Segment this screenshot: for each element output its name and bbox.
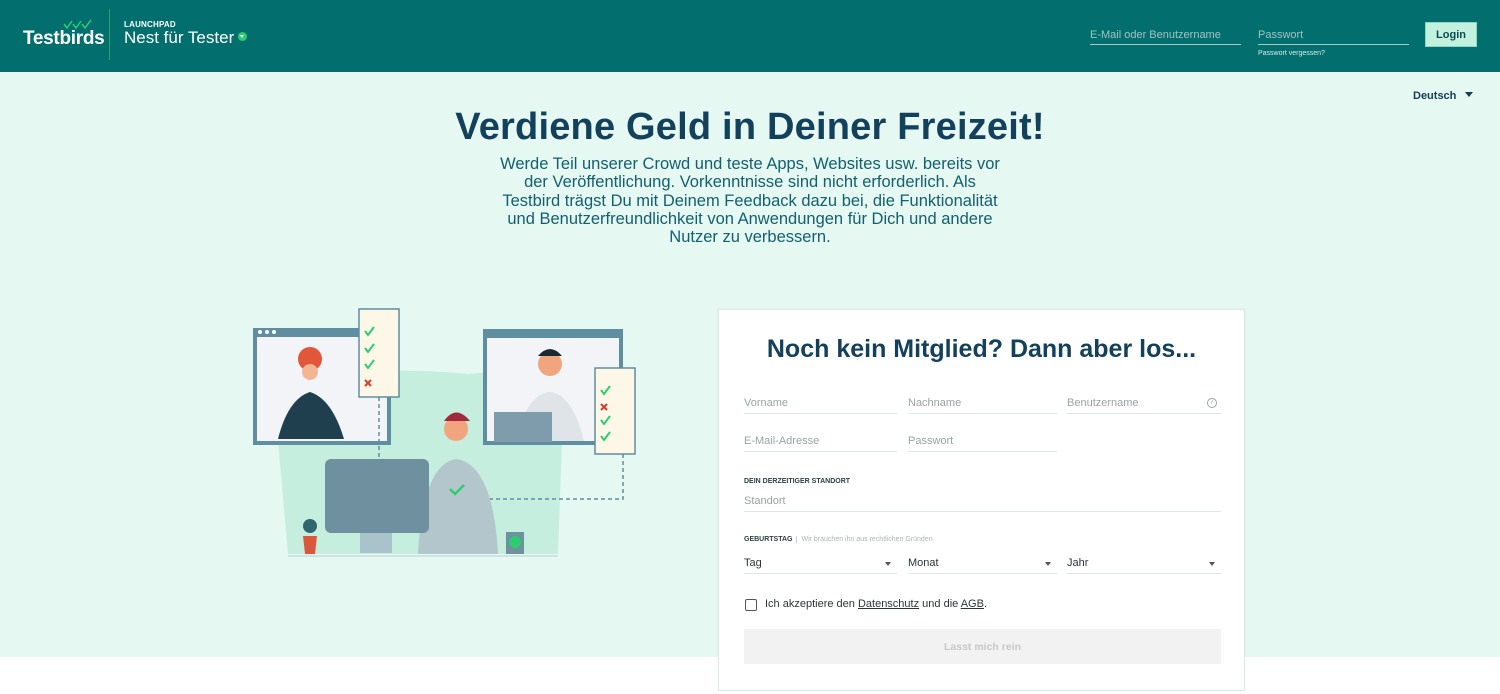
birthday-label: GEBURTSTAG Wir brauchen ihn aus rechtlich… <box>744 536 933 543</box>
testers-illustration <box>253 308 636 557</box>
forgot-password-link[interactable]: Passwort vergessen? <box>1258 50 1325 57</box>
header-divider <box>109 9 110 60</box>
language-selector[interactable]: Deutsch <box>1413 90 1474 102</box>
accept-suffix: . <box>983 598 987 610</box>
chevron-down-icon[interactable] <box>238 32 248 41</box>
top-navigation-bar: Testbirds LAUNCHPAD Nest für Tester Pass… <box>0 0 1500 72</box>
hero-title: Verdiene Geld in Deiner Freizeit! <box>455 106 1045 148</box>
birthday-hint: Wir brauchen ihn aus rechtlichen Gründen <box>796 536 933 543</box>
hero-subtitle: Werde Teil unserer Crowd und teste Apps,… <box>500 155 1000 247</box>
username-input[interactable]: Benutzername i <box>1067 392 1221 414</box>
caret-down-icon <box>1209 562 1215 566</box>
caret-down-icon <box>1465 92 1474 97</box>
login-button[interactable]: Login <box>1425 22 1477 47</box>
day-value: Tag <box>744 557 762 569</box>
caret-down-icon <box>885 562 891 566</box>
month-value: Monat <box>908 557 939 569</box>
year-select[interactable]: Jahr <box>1067 552 1221 574</box>
language-label: Deutsch <box>1413 90 1457 102</box>
password-input[interactable]: Passwort <box>908 430 1057 452</box>
signup-title: Noch kein Mitglied? Dann aber los... <box>766 335 1197 363</box>
last-name-input[interactable]: Nachname <box>908 392 1057 414</box>
birthday-label-text: GEBURTSTAG <box>744 536 793 543</box>
accept-prefix: Ich akzeptiere den <box>765 598 858 610</box>
location-label: DEIN DERZEITIGER STANDORT <box>744 478 851 485</box>
login-email-input[interactable] <box>1090 20 1241 45</box>
first-name-input[interactable]: Vorname <box>744 392 897 414</box>
year-value: Jahr <box>1067 557 1089 569</box>
email-input[interactable]: E-Mail-Adresse <box>744 430 897 452</box>
location-input[interactable]: Standort <box>744 490 1221 512</box>
login-password-input[interactable] <box>1258 20 1409 45</box>
accept-middle: und die <box>919 598 961 610</box>
product-name: Nest für Tester <box>124 28 235 47</box>
submit-signup-button[interactable]: Lasst mich rein <box>744 629 1221 664</box>
caret-down-icon <box>1045 562 1051 566</box>
terms-link[interactable]: AGB <box>961 598 984 610</box>
accept-terms-text: Ich akzeptiere den Datenschutz und die A… <box>765 598 987 610</box>
testbirds-logo[interactable]: Testbirds <box>23 28 105 50</box>
username-placeholder: Benutzername <box>1067 397 1139 409</box>
signup-card: Noch kein Mitglied? Dann aber los... Vor… <box>718 309 1245 691</box>
product-switcher[interactable]: Nest für Tester <box>124 28 248 48</box>
accept-terms-checkbox[interactable] <box>745 599 757 611</box>
month-select[interactable]: Monat <box>908 552 1057 574</box>
info-icon[interactable]: i <box>1207 398 1217 408</box>
privacy-link[interactable]: Datenschutz <box>858 598 919 610</box>
day-select[interactable]: Tag <box>744 552 897 574</box>
